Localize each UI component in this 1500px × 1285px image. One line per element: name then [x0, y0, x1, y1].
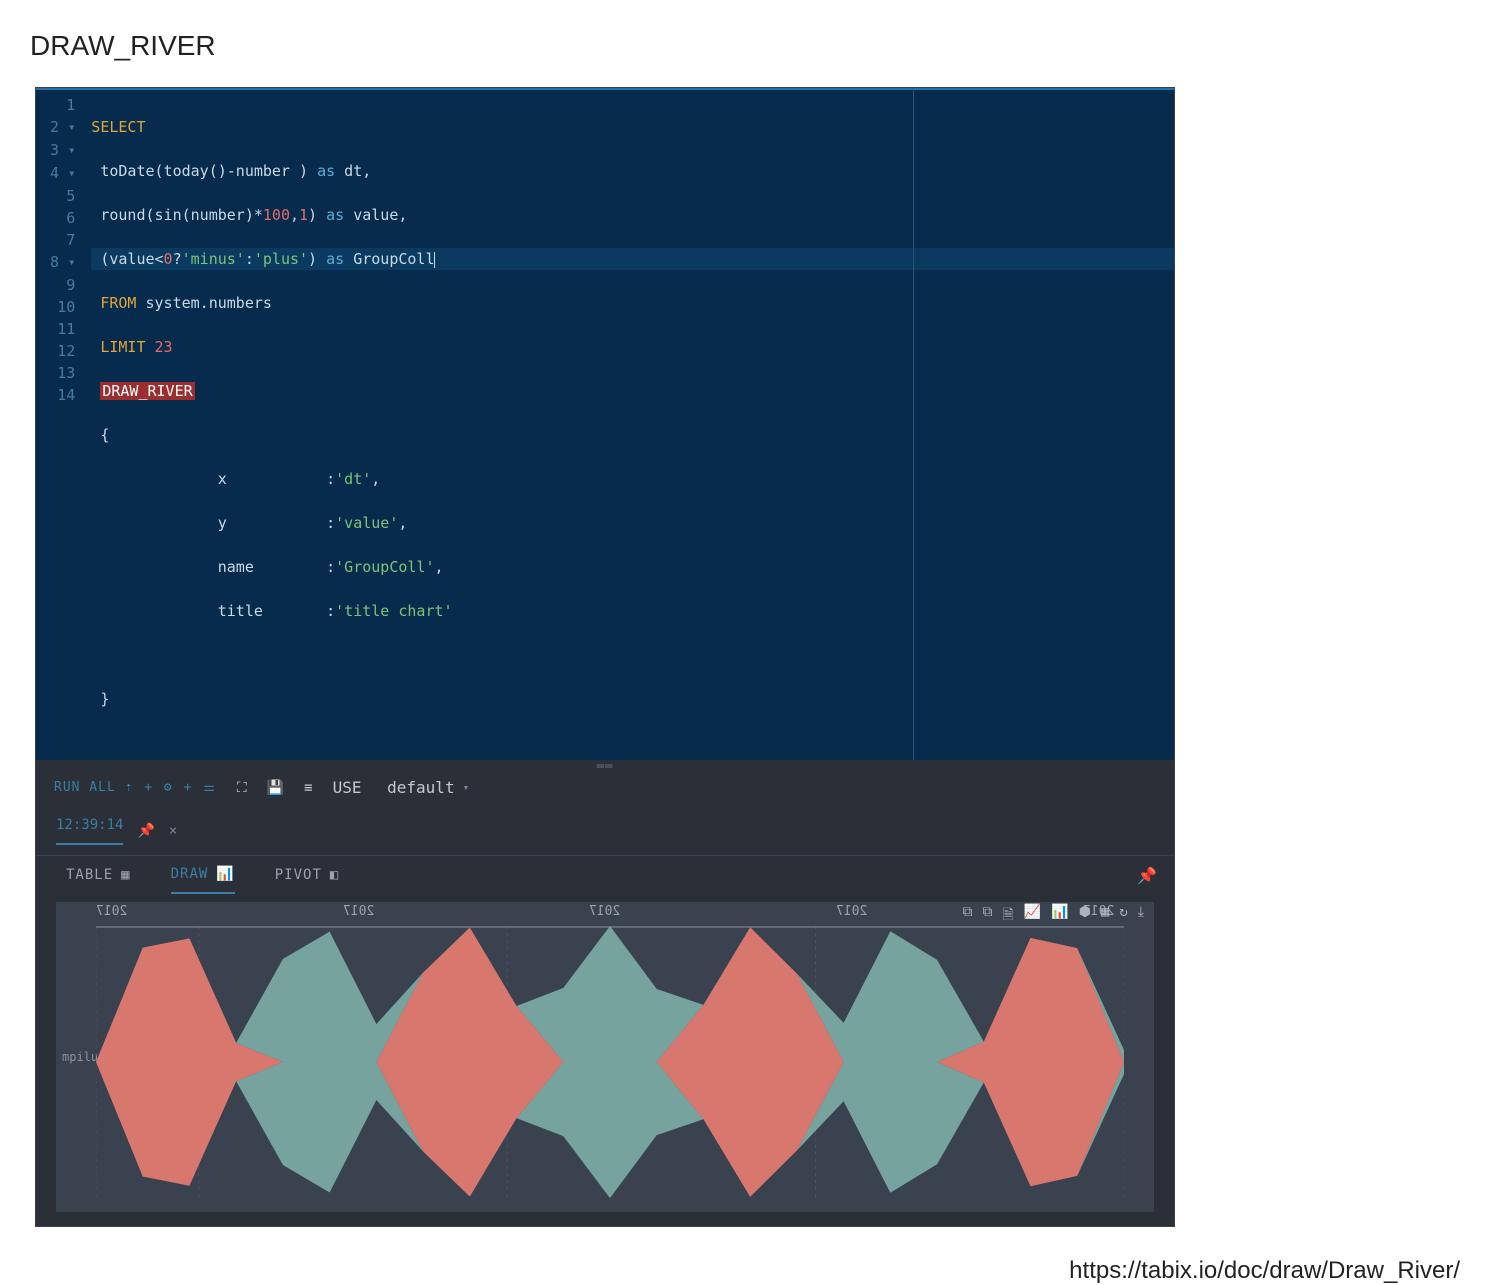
- save-icon[interactable]: 💾: [267, 780, 284, 796]
- horizontal-splitter[interactable]: ══: [36, 760, 1174, 772]
- download-icon[interactable]: ⤓: [1138, 904, 1144, 928]
- river-chart[interactable]: 2017 2017 2017 2017 2017 ⧉ ⧉ 🗎 📈 📊 ⬢ ▦ ↻…: [56, 902, 1154, 1212]
- database-selector[interactable]: USE default ▾: [333, 778, 470, 797]
- chart-svg: [96, 926, 1124, 1198]
- source-url: https://tabix.io/doc/draw/Draw_River/: [20, 1257, 1460, 1285]
- tab-table[interactable]: TABLE▦: [66, 867, 131, 893]
- fullscreen-icon[interactable]: ⛶: [237, 780, 247, 796]
- run-toolbar: RUN ALL ⇡ + ⚙ + ⚌ ⛶ 💾 ≡ USE default ▾: [36, 772, 1174, 805]
- view-tabs: TABLE▦ DRAW📊 PIVOT◧ 📌: [36, 855, 1174, 894]
- editor-gutter: 12 ▾3 ▾4 ▾5678 ▾91011121314: [36, 90, 85, 760]
- sql-editor[interactable]: 12 ▾3 ▾4 ▾5678 ▾91011121314 SELECT toDat…: [36, 88, 1174, 760]
- menu-icon[interactable]: ≡: [304, 780, 312, 796]
- pin-icon[interactable]: 📌: [137, 823, 154, 839]
- chart-container: 2017 2017 2017 2017 2017 ⧉ ⧉ 🗎 📈 📊 ⬢ ▦ ↻…: [36, 894, 1174, 1226]
- zoom-reset-icon[interactable]: ⧉: [983, 904, 993, 928]
- result-tabs: 12:39:14 📌 ×: [36, 805, 1174, 845]
- editor-code[interactable]: SELECT toDate(today()-number ) as dt, ro…: [85, 90, 1174, 760]
- x-axis-labels: 2017 2017 2017 2017 2017: [96, 904, 1114, 919]
- tab-pivot[interactable]: PIVOT◧: [275, 867, 340, 893]
- splitter-grip-icon: ══: [597, 759, 613, 773]
- zoom-box-icon[interactable]: ⧉: [963, 904, 973, 928]
- tiled-icon[interactable]: ▦: [1101, 904, 1109, 928]
- table-icon: ▦: [121, 867, 130, 883]
- bar-mode-icon[interactable]: 📊: [1051, 904, 1068, 928]
- result-tab[interactable]: 12:39:14: [56, 817, 123, 845]
- draw-river-directive: DRAW_RIVER: [100, 382, 194, 400]
- close-icon[interactable]: ×: [169, 823, 177, 839]
- run-all-button[interactable]: RUN ALL ⇡ + ⚙ + ⚌: [54, 780, 217, 795]
- chart-icon: 📊: [216, 866, 234, 882]
- pin-panel-icon[interactable]: 📌: [1137, 866, 1158, 885]
- tab-draw[interactable]: DRAW📊: [171, 866, 235, 894]
- stack-icon[interactable]: ⬢: [1079, 904, 1091, 928]
- page-title: DRAW_RIVER: [30, 30, 1480, 62]
- refresh-icon[interactable]: ↻: [1119, 904, 1127, 928]
- app-frame: 12 ▾3 ▾4 ▾5678 ▾91011121314 SELECT toDat…: [35, 87, 1175, 1227]
- chart-toolbar: ⧉ ⧉ 🗎 📈 📊 ⬢ ▦ ↻ ⤓: [963, 904, 1144, 928]
- data-view-icon[interactable]: 🗎: [1003, 904, 1014, 928]
- pivot-icon: ◧: [330, 867, 339, 883]
- editor-vertical-split[interactable]: [913, 90, 914, 760]
- chevron-down-icon: ▾: [463, 781, 470, 794]
- line-mode-icon[interactable]: 📈: [1024, 904, 1041, 928]
